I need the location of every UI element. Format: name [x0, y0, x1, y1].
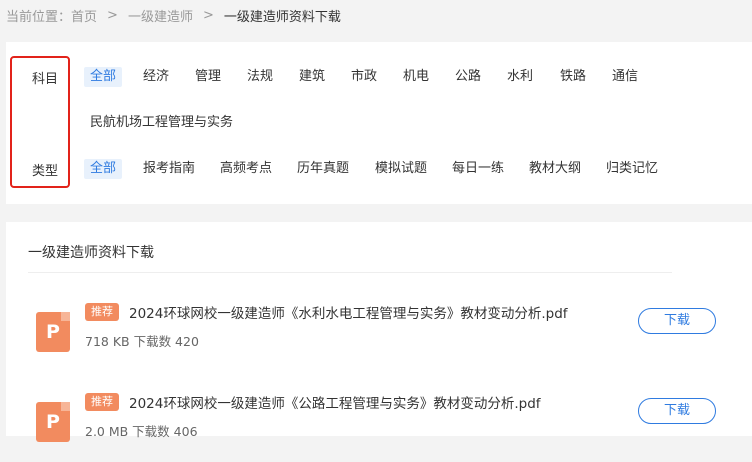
type-option-daily-practice[interactable]: 每日一练: [452, 159, 504, 179]
subject-option-management[interactable]: 管理: [195, 67, 221, 87]
file-meta: 2.0 MB 下载数 406: [85, 424, 198, 439]
file-meta: 718 KB 下载数 420: [85, 334, 199, 349]
subject-option-airport[interactable]: 民航机场工程管理与实务: [90, 113, 233, 133]
subject-option-railway[interactable]: 铁路: [560, 67, 586, 87]
pdf-file-icon: P: [36, 402, 70, 442]
breadcrumb: 当前位置： 首页 > 一级建造师 > 一级建造师资料下载: [6, 6, 341, 25]
list-title: 一级建造师资料下载: [28, 245, 154, 261]
list-item: P 推荐 2024环球网校一级建造师《公路工程管理与实务》教材变动分析.pdf …: [6, 392, 752, 462]
breadcrumb-separator: >: [202, 7, 214, 23]
subject-option-mechanical[interactable]: 机电: [403, 67, 429, 87]
pdf-file-icon: P: [36, 312, 70, 352]
subject-label: 科目: [32, 72, 59, 87]
breadcrumb-level1-link[interactable]: 一级建造师: [128, 6, 193, 25]
download-button[interactable]: 下载: [638, 308, 716, 334]
type-option-all[interactable]: 全部: [84, 159, 123, 179]
breadcrumb-home-link[interactable]: 首页: [71, 6, 97, 25]
type-option-mock-exams[interactable]: 模拟试题: [375, 159, 427, 179]
divider: [28, 272, 672, 273]
subject-option-telecom[interactable]: 通信: [612, 67, 638, 87]
type-option-guide[interactable]: 报考指南: [143, 159, 195, 179]
breadcrumb-separator: >: [107, 7, 118, 23]
download-button[interactable]: 下载: [638, 398, 716, 424]
file-name-link[interactable]: 2024环球网校一级建造师《公路工程管理与实务》教材变动分析.pdf: [129, 392, 541, 412]
type-option-syllabus[interactable]: 教材大纲: [529, 159, 581, 179]
recommend-badge: 推荐: [85, 393, 119, 411]
subject-option-highway[interactable]: 公路: [455, 67, 481, 87]
type-option-past-exams[interactable]: 历年真题: [297, 159, 349, 179]
recommend-badge: 推荐: [85, 303, 119, 321]
subject-option-water[interactable]: 水利: [507, 67, 533, 87]
subject-option-all[interactable]: 全部: [84, 67, 123, 87]
filter-panel: 科目 全部 经济 管理 法规 建筑 市政 机电 公路 水利 铁路 通信 民航机场…: [6, 42, 752, 204]
type-label: 类型: [32, 164, 59, 179]
breadcrumb-prefix: 当前位置：: [6, 9, 72, 25]
subject-option-building[interactable]: 建筑: [299, 67, 325, 87]
type-option-keypoints[interactable]: 高频考点: [220, 159, 272, 179]
file-name-link[interactable]: 2024环球网校一级建造师《水利水电工程管理与实务》教材变动分析.pdf: [129, 302, 568, 322]
subject-option-municipal[interactable]: 市政: [351, 67, 377, 87]
type-option-memory[interactable]: 归类记忆: [606, 159, 658, 179]
download-list: 一级建造师资料下载 P 推荐 2024环球网校一级建造师《水利水电工程管理与实务…: [6, 222, 752, 442]
subject-option-economy[interactable]: 经济: [143, 67, 169, 87]
list-item: P 推荐 2024环球网校一级建造师《水利水电工程管理与实务》教材变动分析.pd…: [6, 302, 752, 372]
subject-option-law[interactable]: 法规: [247, 67, 273, 87]
breadcrumb-current: 一级建造师资料下载: [223, 9, 341, 25]
